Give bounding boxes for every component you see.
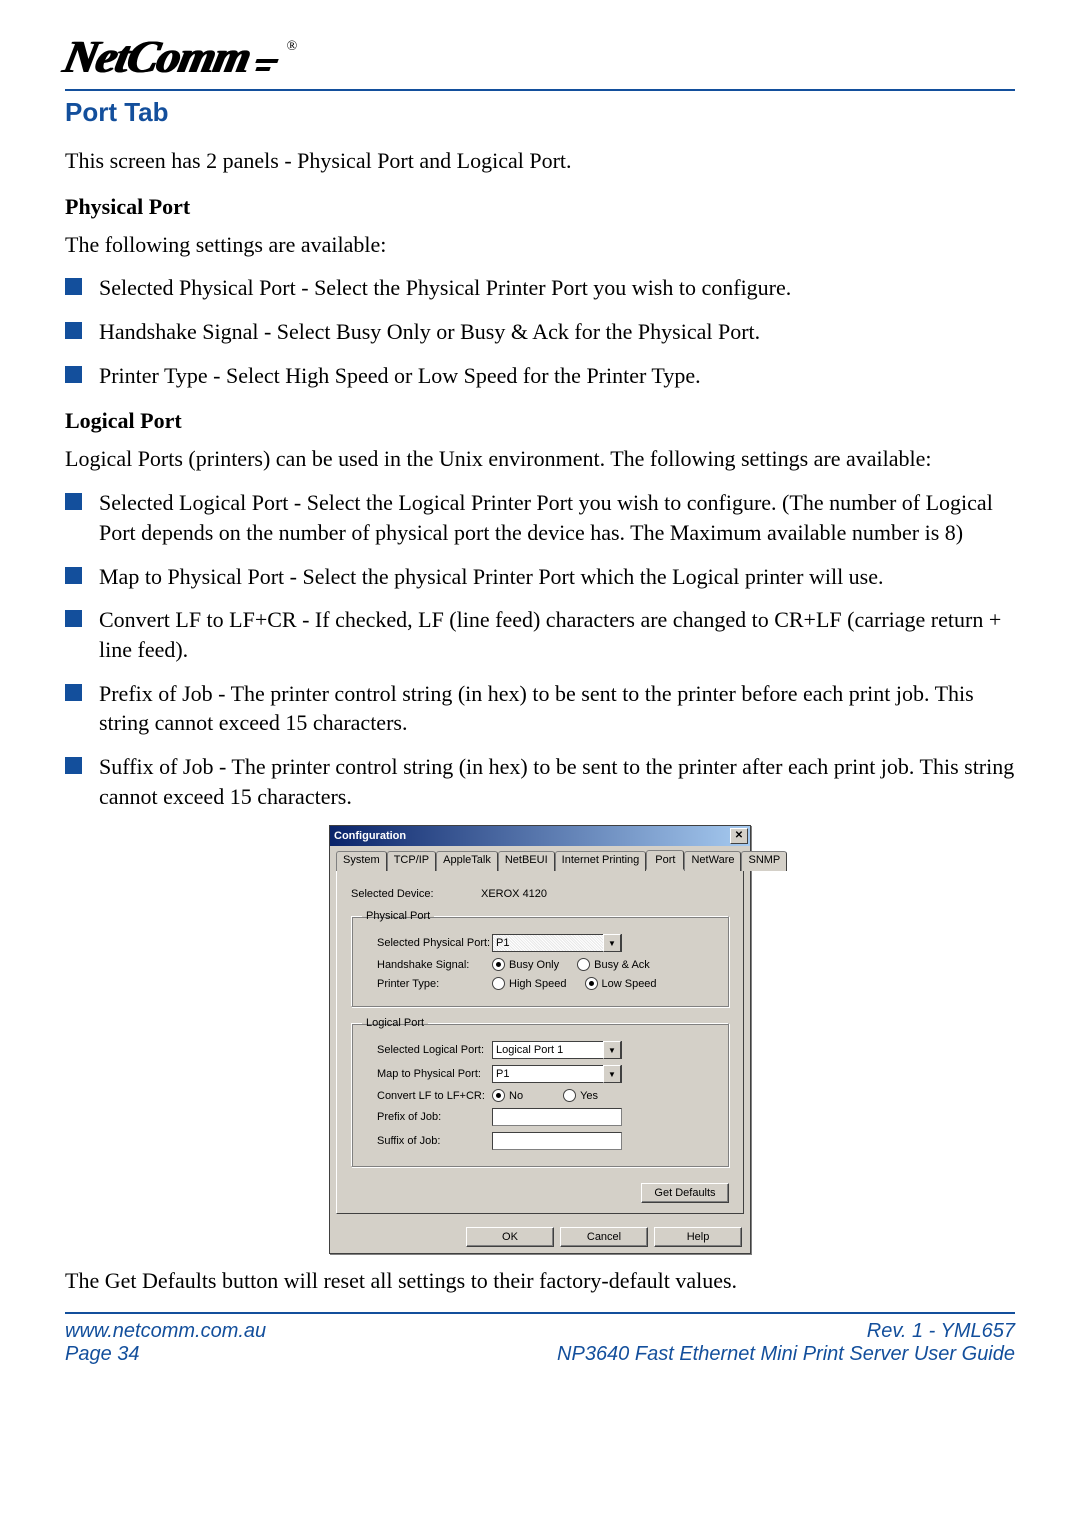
chevron-down-icon: ▼ xyxy=(603,934,621,952)
logical-heading: Logical Port xyxy=(65,408,1015,434)
radio-icon xyxy=(492,1089,505,1102)
tab-strip: System TCP/IP AppleTalk NetBEUI Internet… xyxy=(330,846,750,870)
physical-port-group: Physical Port Selected Physical Port: P1… xyxy=(351,910,729,1007)
tab-content: Selected Device: XEROX 4120 Physical Por… xyxy=(336,869,744,1214)
list-item: Printer Type - Select High Speed or Low … xyxy=(65,361,1015,391)
selected-logical-port-value: Logical Port 1 xyxy=(496,1044,563,1056)
map-to-physical-select[interactable]: P1 ▼ xyxy=(492,1065,622,1083)
convert-yes-radio[interactable]: Yes xyxy=(563,1089,598,1102)
list-item: Selected Physical Port - Select the Phys… xyxy=(65,273,1015,303)
tab-tcpip[interactable]: TCP/IP xyxy=(387,851,436,871)
tab-netbeui[interactable]: NetBEUI xyxy=(498,851,555,871)
radio-icon xyxy=(563,1089,576,1102)
list-item: Suffix of Job - The printer control stri… xyxy=(65,752,1015,811)
header-rule xyxy=(65,89,1015,91)
tab-appletalk[interactable]: AppleTalk xyxy=(436,851,498,871)
logical-list: Selected Logical Port - Select the Logic… xyxy=(65,488,1015,811)
tab-system[interactable]: System xyxy=(336,851,387,871)
tab-snmp[interactable]: SNMP xyxy=(741,851,787,871)
radio-label: Low Speed xyxy=(602,978,657,990)
map-to-physical-label: Map to Physical Port: xyxy=(377,1068,492,1080)
footer-page: Page 34 xyxy=(65,1343,140,1366)
selected-logical-port-label: Selected Logical Port: xyxy=(377,1044,492,1056)
physical-port-legend: Physical Port xyxy=(362,910,434,922)
footer-url: www.netcomm.com.au xyxy=(65,1320,266,1343)
tab-netware[interactable]: NetWare xyxy=(684,851,741,871)
configuration-dialog: Configuration ✕ System TCP/IP AppleTalk … xyxy=(329,825,751,1254)
prefix-input[interactable] xyxy=(492,1108,622,1126)
printer-type-high-radio[interactable]: High Speed xyxy=(492,977,567,990)
footer-row-2: Page 34 NP3640 Fast Ethernet Mini Print … xyxy=(65,1343,1015,1366)
physical-list: Selected Physical Port - Select the Phys… xyxy=(65,273,1015,390)
tab-port[interactable]: Port xyxy=(646,850,684,870)
tab-internet-printing[interactable]: Internet Printing xyxy=(555,851,647,871)
help-button[interactable]: Help xyxy=(654,1227,742,1247)
list-item: Selected Logical Port - Select the Logic… xyxy=(65,488,1015,547)
radio-label: No xyxy=(509,1090,523,1102)
selected-device-value: XEROX 4120 xyxy=(481,888,547,900)
handshake-busy-ack-radio[interactable]: Busy & Ack xyxy=(577,958,650,971)
convert-lf-label: Convert LF to LF+CR: xyxy=(377,1090,492,1102)
suffix-label: Suffix of Job: xyxy=(377,1135,492,1147)
handshake-busy-only-radio[interactable]: Busy Only xyxy=(492,958,559,971)
dialog-title: Configuration xyxy=(334,830,406,842)
chevron-down-icon: ▼ xyxy=(603,1065,621,1083)
radio-icon xyxy=(577,958,590,971)
radio-label: High Speed xyxy=(509,978,567,990)
prefix-label: Prefix of Job: xyxy=(377,1111,492,1123)
brand-logo: NetComm ® xyxy=(65,30,1015,83)
chevron-down-icon: ▼ xyxy=(603,1041,621,1059)
close-icon[interactable]: ✕ xyxy=(730,828,748,844)
list-item: Map to Physical Port - Select the physic… xyxy=(65,562,1015,592)
cancel-button[interactable]: Cancel xyxy=(560,1227,648,1247)
suffix-input[interactable] xyxy=(492,1132,622,1150)
selected-physical-port-label: Selected Physical Port: xyxy=(377,937,492,949)
map-to-physical-value: P1 xyxy=(496,1068,509,1080)
logo-text: NetComm xyxy=(59,30,255,83)
list-item: Convert LF to LF+CR - If checked, LF (li… xyxy=(65,605,1015,664)
radio-label: Yes xyxy=(580,1090,598,1102)
dialog-titlebar: Configuration ✕ xyxy=(330,826,750,846)
logical-port-legend: Logical Port xyxy=(362,1017,428,1029)
logical-lead: Logical Ports (printers) can be used in … xyxy=(65,444,1015,474)
list-item: Prefix of Job - The printer control stri… xyxy=(65,679,1015,738)
intro-text: This screen has 2 panels - Physical Port… xyxy=(65,146,1015,176)
page-title: Port Tab xyxy=(65,97,1015,128)
radio-icon xyxy=(492,958,505,971)
footer-rev: Rev. 1 - YML657 xyxy=(867,1320,1015,1343)
selected-physical-port-value: P1 xyxy=(496,937,509,949)
handshake-label: Handshake Signal: xyxy=(377,959,492,971)
outro-text: The Get Defaults button will reset all s… xyxy=(65,1266,1015,1296)
radio-label: Busy Only xyxy=(509,959,559,971)
footer-row-1: www.netcomm.com.au Rev. 1 - YML657 xyxy=(65,1320,1015,1343)
convert-no-radio[interactable]: No xyxy=(492,1089,523,1102)
selected-logical-port-select[interactable]: Logical Port 1 ▼ xyxy=(492,1041,622,1059)
radio-icon xyxy=(492,977,505,990)
logo-dashes xyxy=(256,59,278,71)
physical-heading: Physical Port xyxy=(65,194,1015,220)
radio-label: Busy & Ack xyxy=(594,959,650,971)
selected-physical-port-select[interactable]: P1 ▼ xyxy=(492,934,622,952)
logical-port-group: Logical Port Selected Logical Port: Logi… xyxy=(351,1017,729,1167)
get-defaults-button[interactable]: Get Defaults xyxy=(641,1183,729,1203)
footer-rule xyxy=(65,1312,1015,1314)
footer-guide: NP3640 Fast Ethernet Mini Print Server U… xyxy=(557,1343,1015,1366)
radio-icon xyxy=(585,977,598,990)
physical-lead: The following settings are available: xyxy=(65,230,1015,260)
dialog-button-row: OK Cancel Help xyxy=(330,1221,750,1253)
printer-type-low-radio[interactable]: Low Speed xyxy=(585,977,657,990)
selected-device-label: Selected Device: xyxy=(351,888,481,900)
list-item: Handshake Signal - Select Busy Only or B… xyxy=(65,317,1015,347)
printer-type-label: Printer Type: xyxy=(377,978,492,990)
registered-mark: ® xyxy=(287,39,298,55)
ok-button[interactable]: OK xyxy=(466,1227,554,1247)
